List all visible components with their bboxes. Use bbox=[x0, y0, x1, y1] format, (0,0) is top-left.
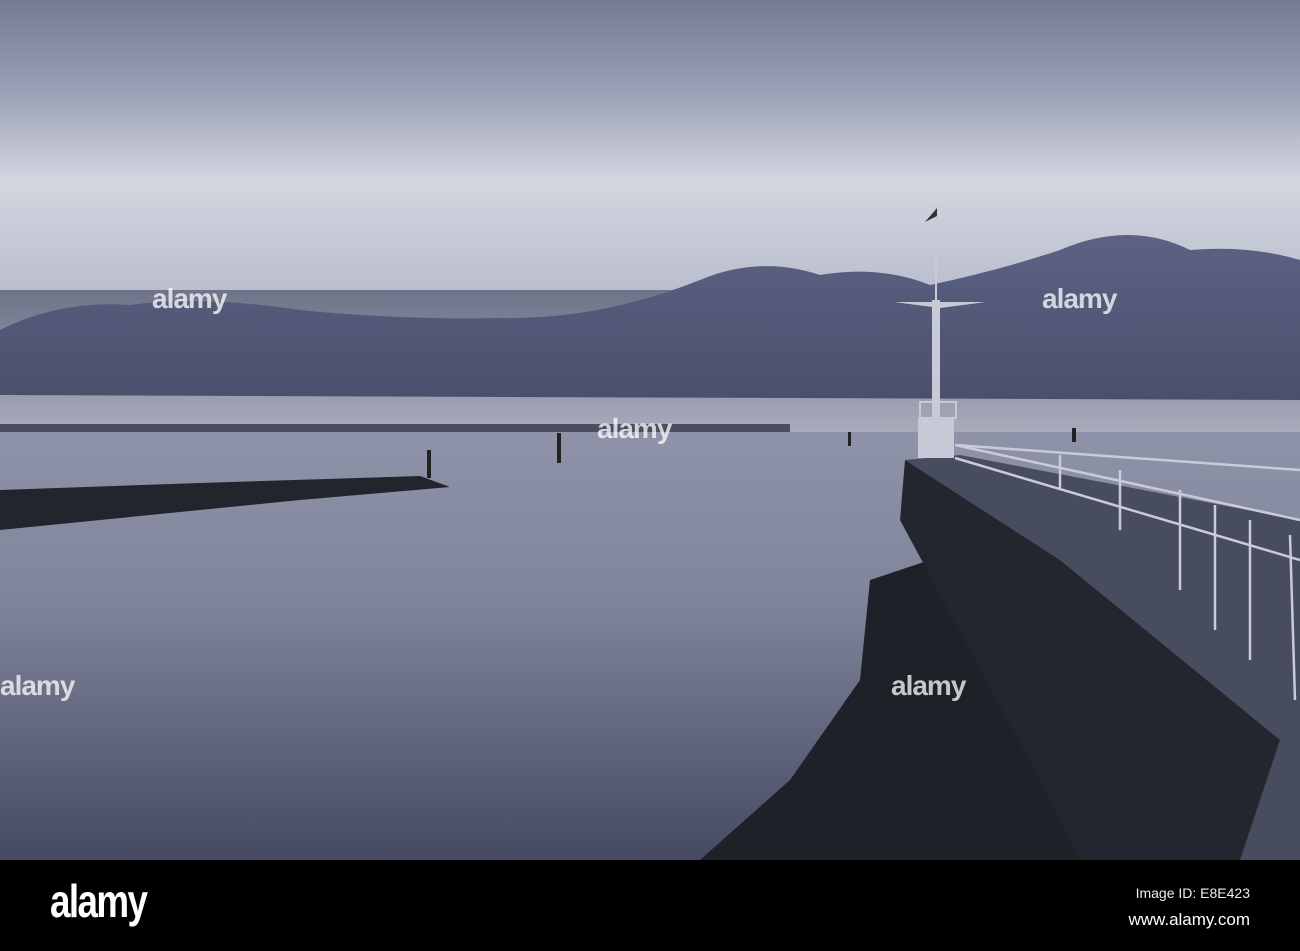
watermark-overlay: alamy bbox=[0, 670, 75, 701]
watermark-bar: alamy Image ID: E8E423 www.alamy.com bbox=[0, 860, 1300, 951]
photo-frame: alamy alamy alamy alamy alamy alamy Imag… bbox=[0, 0, 1300, 951]
website-link: www.alamy.com bbox=[1128, 910, 1250, 929]
distant-coastline bbox=[0, 424, 790, 432]
watermark-overlay: alamy bbox=[1042, 283, 1117, 314]
alamy-logo: alamy bbox=[50, 875, 148, 927]
watermark-overlay: alamy bbox=[597, 413, 672, 444]
image-id: Image ID: E8E423 bbox=[1135, 885, 1250, 901]
watermark-overlay: alamy bbox=[152, 283, 227, 314]
watermark-overlay: alamy bbox=[891, 670, 966, 701]
